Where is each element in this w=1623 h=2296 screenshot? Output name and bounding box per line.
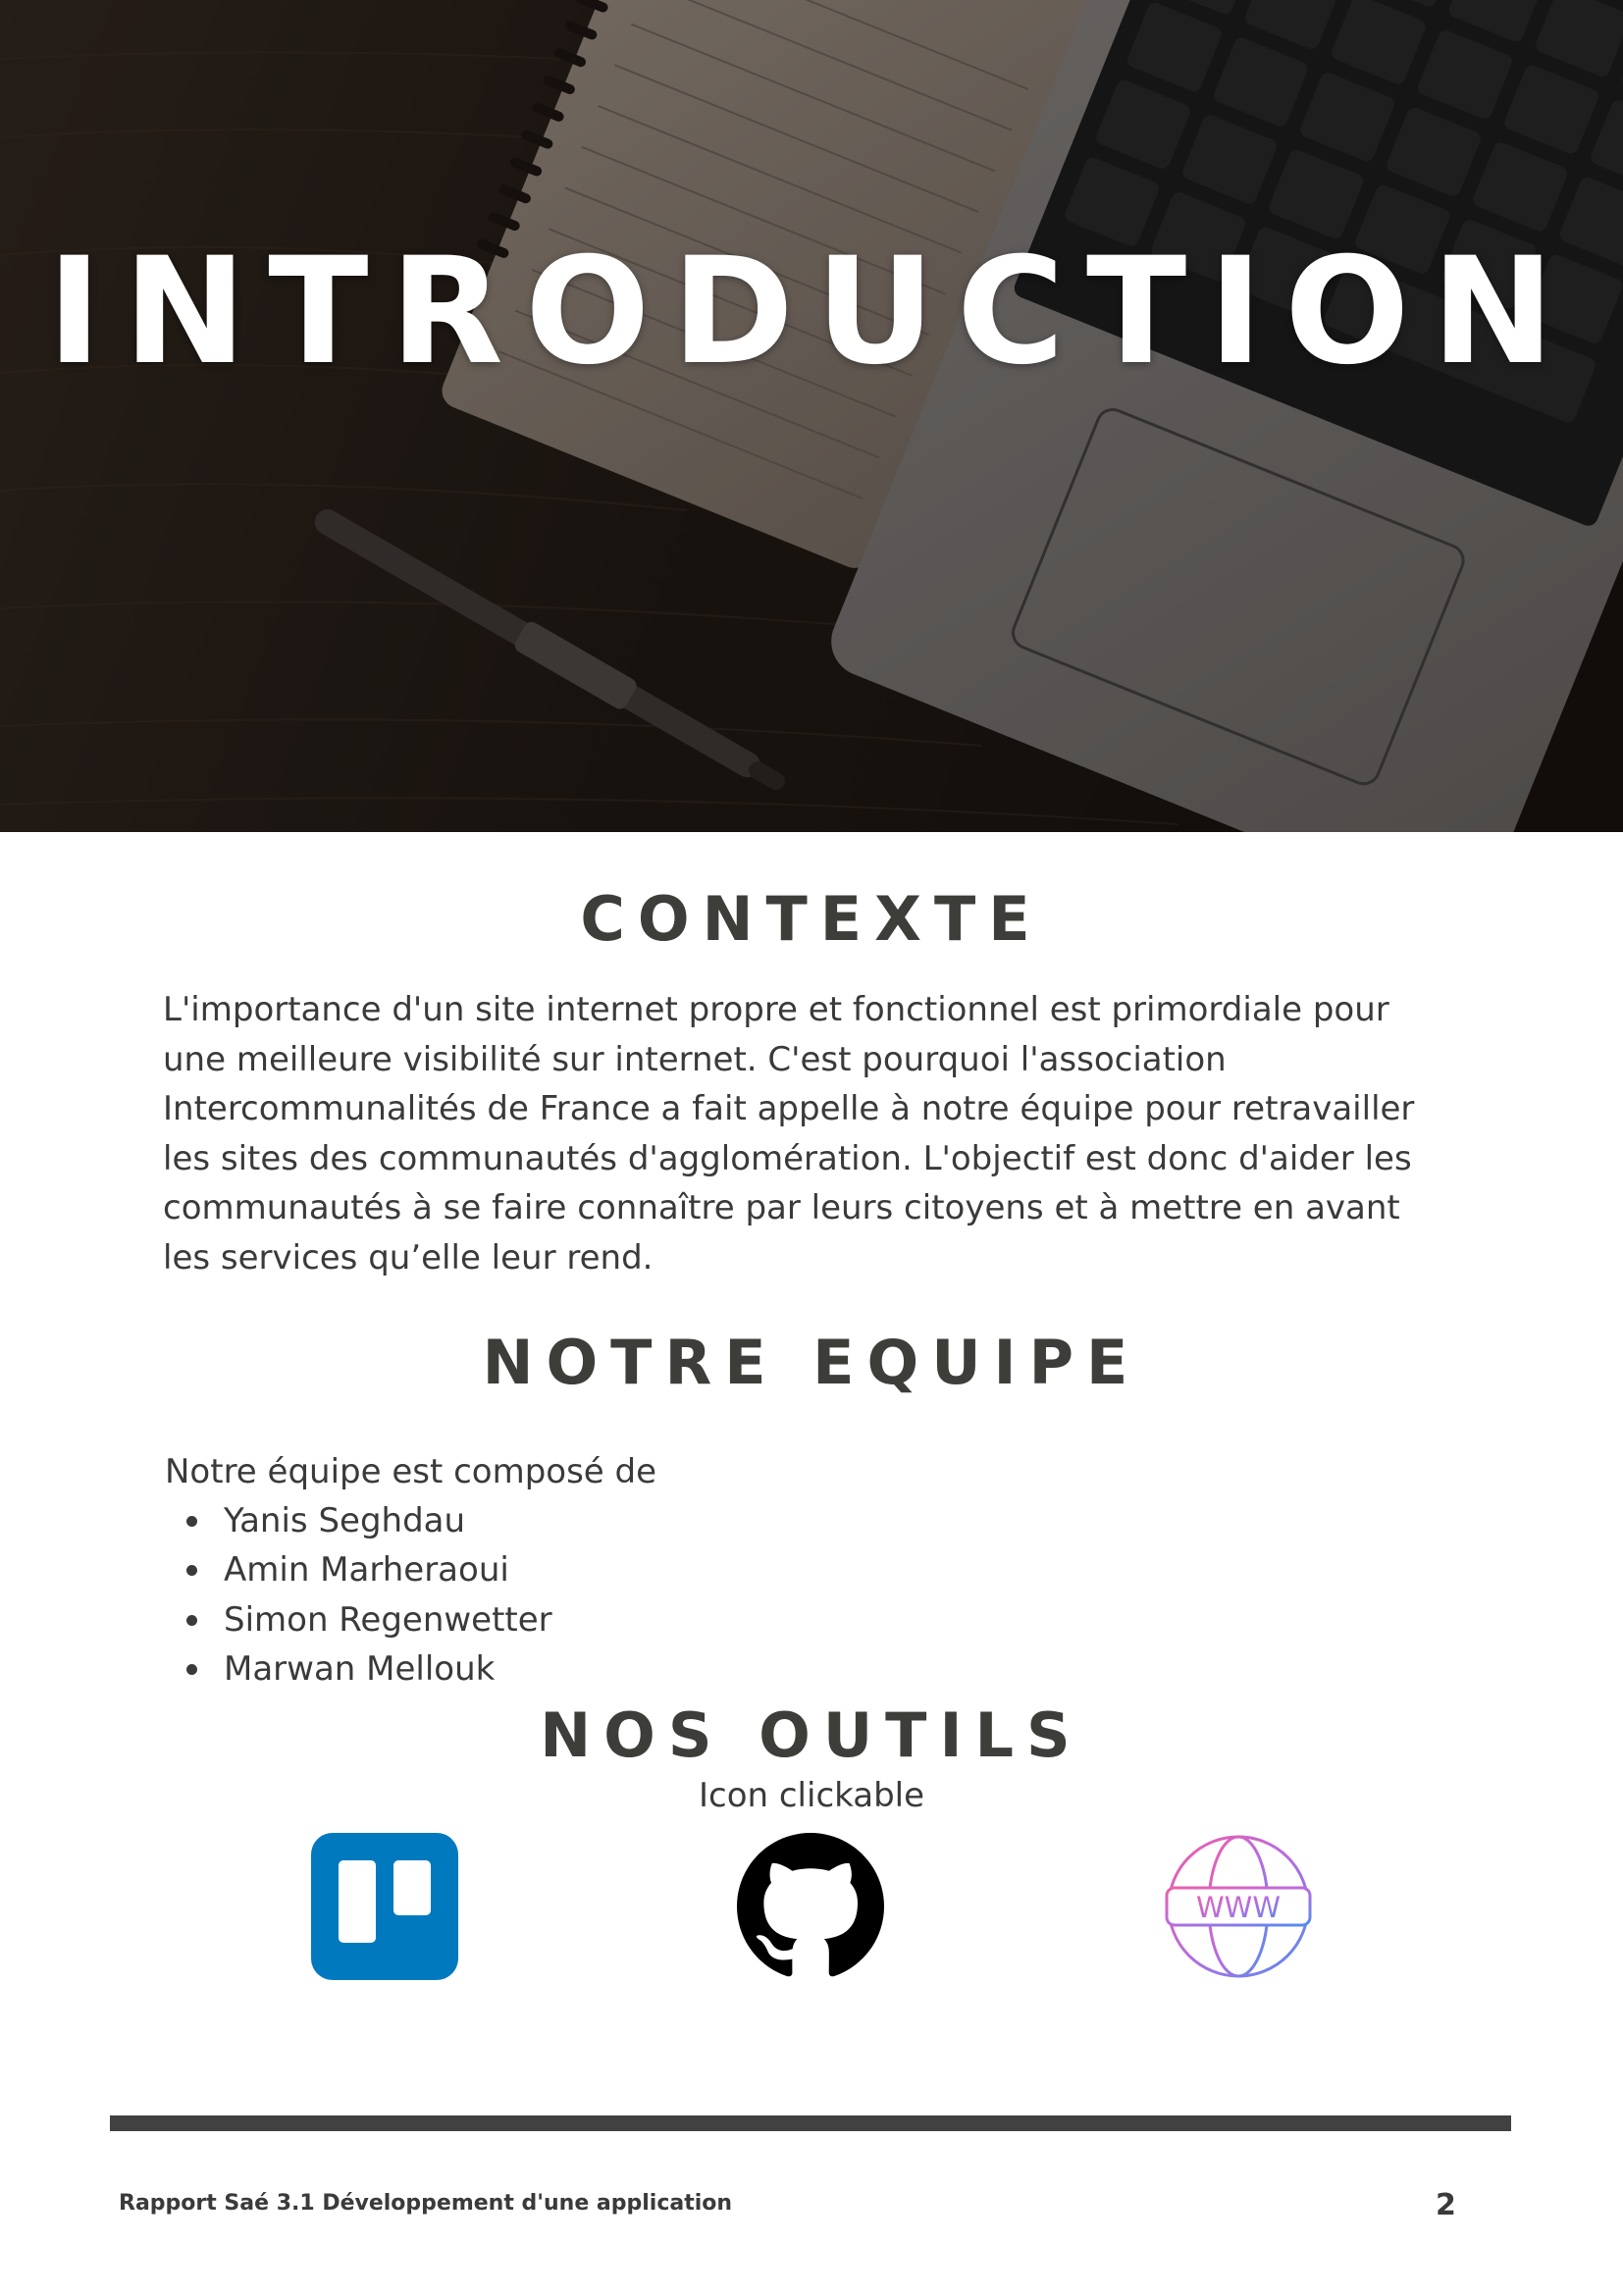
contexte-line: les services qu’elle leur rend. xyxy=(163,1237,654,1278)
section-title-contexte: CONTEXTE xyxy=(580,883,1043,955)
team-member-list: Yanis Seghdau Amin Marheraoui Simon Rege… xyxy=(165,1496,552,1694)
team-intro: Notre équipe est composé de xyxy=(165,1452,657,1491)
contexte-line: communautés à se faire connaître par leu… xyxy=(163,1188,1400,1227)
list-item: Marwan Mellouk xyxy=(165,1644,552,1694)
bullet-icon xyxy=(186,1516,197,1527)
contexte-paragraph: L'importance d'un site internet propre e… xyxy=(163,985,1468,1282)
svg-text:WWW: WWW xyxy=(1196,1891,1281,1924)
list-item: Yanis Seghdau xyxy=(165,1496,552,1545)
github-link[interactable] xyxy=(737,1833,884,1980)
website-link[interactable]: WWW xyxy=(1165,1833,1312,1980)
bullet-icon xyxy=(186,1565,197,1577)
hero-banner: INTRODUCTION xyxy=(0,0,1623,832)
member-name: Amin Marheraoui xyxy=(224,1550,509,1591)
page-title: INTRODUCTION xyxy=(46,227,1577,397)
footer-divider xyxy=(110,2115,1511,2131)
tools-subtitle: Icon clickable xyxy=(698,1776,925,1815)
trello-icon xyxy=(311,1833,458,1980)
list-item: Simon Regenwetter xyxy=(165,1595,552,1644)
contexte-line: L'importance d'un site internet propre e… xyxy=(163,990,1389,1029)
trello-link[interactable] xyxy=(311,1833,458,1980)
bullet-icon xyxy=(186,1663,197,1675)
member-name: Simon Regenwetter xyxy=(224,1599,552,1640)
member-name: Marwan Mellouk xyxy=(224,1648,496,1689)
www-globe-icon: WWW xyxy=(1165,1835,1312,1978)
github-icon xyxy=(737,1833,884,1977)
member-name: Yanis Seghdau xyxy=(224,1501,466,1540)
section-title-outils: NOS OUTILS xyxy=(540,1699,1083,1771)
desk-photo xyxy=(0,0,1623,832)
bullet-icon xyxy=(186,1614,197,1626)
footer-report-title: Rapport Saé 3.1 Développement d'une appl… xyxy=(119,2191,733,2216)
list-item: Amin Marheraoui xyxy=(165,1545,552,1594)
contexte-line: une meilleure visibilité sur internet. C… xyxy=(163,1039,1227,1079)
section-title-equipe: NOTRE EQUIPE xyxy=(482,1327,1141,1398)
page-number: 2 xyxy=(1436,2188,1456,2222)
contexte-line: les sites des communautés d'agglomératio… xyxy=(163,1138,1412,1178)
contexte-line: Intercommunalités de France a fait appel… xyxy=(163,1089,1415,1128)
